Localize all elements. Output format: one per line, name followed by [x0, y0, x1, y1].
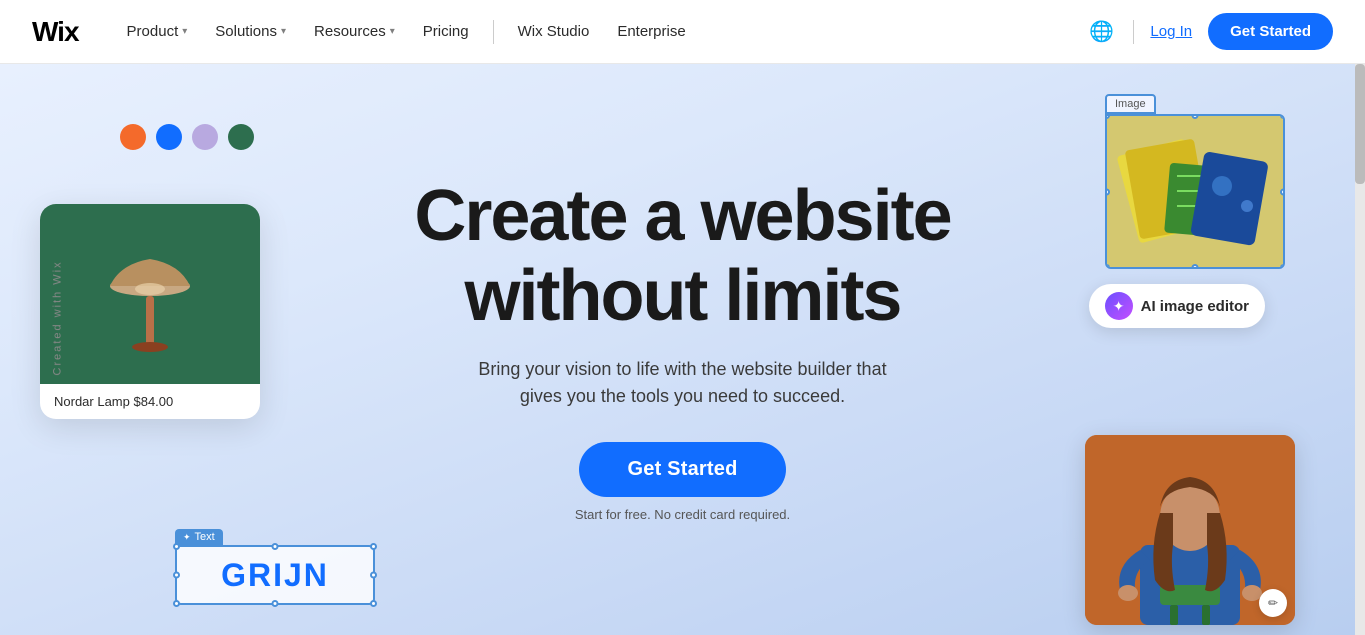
nav-item-solutions[interactable]: Solutions ▾ [203, 15, 298, 48]
ai-image-editor-badge[interactable]: ✦ AI image editor [1089, 284, 1265, 328]
stationery-svg [1107, 116, 1283, 267]
globe-icon[interactable]: 🌐 [1085, 16, 1117, 48]
handle-bl [173, 600, 180, 607]
nav-item-enterprise-label: Enterprise [617, 23, 685, 40]
hero-cta: Get Started Start for free. No credit ca… [414, 442, 950, 522]
nav-item-product[interactable]: Product ▾ [115, 15, 200, 48]
img-handle-bl [1105, 264, 1110, 269]
person-photo-card: ✏ [1085, 435, 1295, 625]
handle-mr [370, 572, 377, 579]
nav-item-pricing-label: Pricing [423, 23, 469, 40]
nav-divider-right [1133, 20, 1134, 44]
scrollbar-thumb[interactable] [1355, 64, 1365, 184]
nav-item-solutions-label: Solutions [215, 23, 277, 40]
hero-free-note: Start for free. No credit card required. [575, 507, 790, 522]
chevron-down-icon: ▾ [182, 26, 187, 37]
nav-divider [493, 20, 494, 44]
handle-ml [173, 572, 180, 579]
navbar: Wix Product ▾ Solutions ▾ Resources ▾ Pr… [0, 0, 1365, 64]
nav-item-resources-label: Resources [314, 23, 386, 40]
img-handle-mr [1280, 188, 1285, 195]
image-widget-label: Image [1105, 94, 1156, 114]
nav-item-pricing[interactable]: Pricing [411, 15, 481, 48]
created-with-wix-label: Created with Wix [52, 260, 64, 375]
img-handle-tr [1280, 114, 1285, 119]
person-card-bg: ✏ [1085, 435, 1295, 625]
text-widget-label: ✦ Text [175, 529, 223, 545]
lamp-svg [90, 214, 210, 374]
ai-badge-text: AI image editor [1141, 298, 1249, 315]
nav-right: 🌐 Log In Get Started [1085, 13, 1333, 50]
nav-item-resources[interactable]: Resources ▾ [302, 15, 407, 48]
hero-center-content: Create a website without limits Bring yo… [414, 177, 950, 521]
image-widget: Image [1105, 94, 1285, 269]
nav-get-started-button[interactable]: Get Started [1208, 13, 1333, 50]
handle-tl [173, 543, 180, 550]
text-widget-box: GRIJN [175, 545, 375, 605]
hero-title: Create a website without limits [414, 177, 950, 335]
chevron-down-icon: ▾ [390, 26, 395, 37]
nav-item-enterprise[interactable]: Enterprise [605, 15, 697, 48]
handle-bm [272, 600, 279, 607]
nav-item-product-label: Product [127, 23, 179, 40]
hero-section: Nordar Lamp $84.00 ✦ Text GRIJN Create a… [0, 64, 1365, 635]
dot-blue [156, 124, 182, 150]
nav-items: Product ▾ Solutions ▾ Resources ▾ Pricin… [115, 15, 1086, 48]
scrollbar[interactable] [1355, 64, 1365, 635]
dot-green [228, 124, 254, 150]
img-handle-bm [1192, 264, 1199, 269]
dot-orange [120, 124, 146, 150]
dot-purple [192, 124, 218, 150]
nav-item-wix-studio-label: Wix Studio [518, 23, 590, 40]
color-dots-decoration [120, 124, 254, 150]
handle-tm [272, 543, 279, 550]
login-button[interactable]: Log In [1150, 23, 1192, 40]
lamp-image [40, 204, 260, 384]
handle-tr [370, 543, 377, 550]
edit-pencil-icon[interactable]: ✏ [1259, 589, 1287, 617]
chevron-down-icon: ▾ [281, 26, 286, 37]
grijn-brand-text: GRIJN [221, 557, 329, 594]
img-handle-br [1280, 264, 1285, 269]
nav-item-wix-studio[interactable]: Wix Studio [506, 15, 602, 48]
image-widget-box [1105, 114, 1285, 269]
lamp-product-card: Nordar Lamp $84.00 [40, 204, 260, 419]
handle-br [370, 600, 377, 607]
lamp-caption: Nordar Lamp $84.00 [40, 384, 260, 419]
wix-logo[interactable]: Wix [32, 16, 79, 48]
hero-get-started-button[interactable]: Get Started [579, 442, 785, 497]
hero-subtitle: Bring your vision to life with the websi… [414, 356, 950, 410]
ai-sparkle-icon: ✦ [1105, 292, 1133, 320]
text-widget: ✦ Text GRIJN [175, 527, 375, 606]
